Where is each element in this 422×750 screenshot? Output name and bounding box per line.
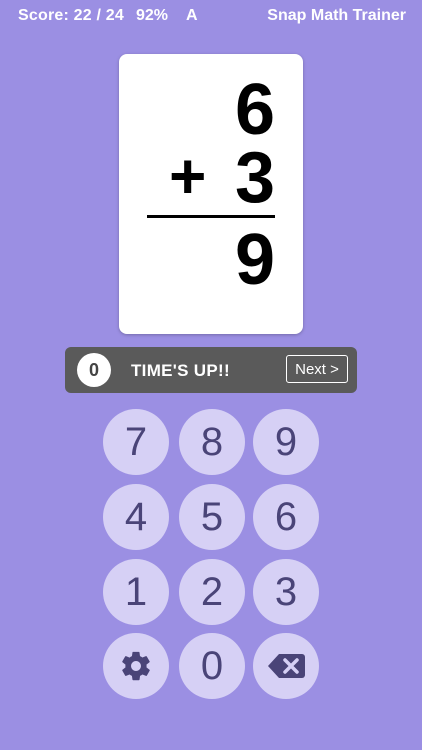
key-5[interactable]: 5 [179, 484, 245, 550]
key-1[interactable]: 1 [103, 559, 169, 625]
flash-card: 6 + 3 9 [119, 54, 303, 334]
next-button[interactable]: Next > [286, 355, 348, 383]
score-text: Score: 22 / 24 [18, 7, 124, 24]
status-message: TIME'S UP!! [131, 361, 230, 380]
percent-text: 92% [136, 7, 169, 24]
settings-button[interactable] [103, 633, 169, 699]
key-2[interactable]: 2 [179, 559, 245, 625]
top-number: 6 [234, 70, 275, 150]
operator-sign: + [169, 140, 207, 212]
grade-text: A [186, 7, 198, 24]
answer-number: 9 [234, 220, 275, 300]
key-3[interactable]: 3 [253, 559, 319, 625]
backspace-button[interactable] [253, 633, 319, 699]
key-0[interactable]: 0 [179, 633, 245, 699]
gear-icon [122, 651, 150, 681]
backspace-icon [268, 654, 305, 678]
top-bar: Score: 22 / 24 92% A Snap Math Trainer [0, 0, 422, 34]
timer-badge: 0 [77, 353, 111, 387]
status-bar: 0 TIME'S UP!! Next > [65, 347, 357, 393]
key-9[interactable]: 9 [253, 409, 319, 475]
number-keypad: 7 8 9 4 5 6 1 2 3 0 [103, 409, 323, 701]
key-8[interactable]: 8 [179, 409, 245, 475]
key-4[interactable]: 4 [103, 484, 169, 550]
key-6[interactable]: 6 [253, 484, 319, 550]
sum-line [147, 215, 275, 218]
bottom-number: 3 [234, 138, 275, 218]
app-title: Snap Math Trainer [267, 7, 406, 24]
key-7[interactable]: 7 [103, 409, 169, 475]
